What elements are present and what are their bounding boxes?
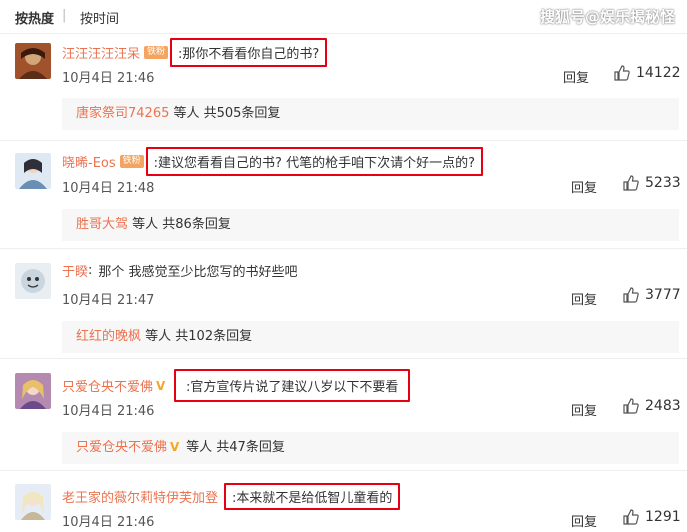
sub-reply-count: 等人 共505条回复 [169, 106, 281, 121]
sub-reply-count: 等人 共102条回复 [141, 329, 253, 344]
sub-reply-user[interactable]: 只爱仓央不爱佛 [76, 440, 167, 455]
avatar[interactable] [15, 153, 51, 189]
sort-separator: | [62, 8, 67, 23]
comment-item: 老王家的薇尔莉特伊芙加登 :本来就不是给低智儿童看的 10月4日 21:46 回… [0, 471, 687, 532]
comment-item: 汪汪汪汪汪呆 铁粉 :那你不看看你自己的书? 10月4日 21:46 回复 14… [0, 34, 687, 134]
sort-by-hot-tab[interactable]: 按热度 [15, 8, 54, 27]
like-button[interactable]: 2483 [623, 398, 681, 414]
sort-bar: 按热度 | 按时间 搜狐号@娱乐揭秘怪 [0, 0, 687, 34]
like-button[interactable]: 3777 [623, 287, 681, 303]
comment-line: 汪汪汪汪汪呆 铁粉 :那你不看看你自己的书? [62, 38, 328, 67]
like-count: 3777 [645, 287, 681, 303]
comment-text: 建议您看看自己的书? 代笔的枪手咱下次请个好一点的? [158, 156, 475, 171]
comment-line: 只爱仓央不爱佛 V :官方宣传片说了建议八岁以下不要看 [62, 369, 411, 402]
comment-text: 官方宣传片说了建议八岁以下不要看 [190, 380, 399, 395]
comment-line: 老王家的薇尔莉特伊芙加登 :本来就不是给低智儿童看的 [62, 483, 401, 510]
reply-button[interactable]: 回复 [571, 289, 597, 308]
sub-replies-summary[interactable]: 胜哥大驾 等人 共86条回复 [62, 209, 679, 241]
like-count: 5233 [645, 175, 681, 191]
sub-replies-summary[interactable]: 红红的晚枫 等人 共102条回复 [62, 321, 679, 353]
like-count: 2483 [645, 398, 681, 414]
avatar[interactable] [15, 373, 51, 409]
thumbs-up-icon [623, 509, 639, 525]
comment-time: 10月4日 21:48 [62, 181, 155, 196]
avatar[interactable] [15, 263, 51, 299]
comment-item: 于睽 : 那个 我感觉至少比您写的书好些吧 10月4日 21:47 回复 377… [0, 249, 687, 354]
username-link[interactable]: 汪汪汪汪汪呆 [62, 43, 140, 62]
comment-item: 晓晞-Eos 铁粉 :建议您看看自己的书? 代笔的枪手咱下次请个好一点的? 10… [0, 141, 687, 246]
sub-reply-user[interactable]: 红红的晚枫 [76, 329, 141, 344]
sub-reply-count: 等人 共47条回复 [182, 440, 285, 455]
sub-reply-count: 等人 共86条回复 [128, 217, 231, 232]
comment-time: 10月4日 21:47 [62, 293, 155, 308]
username-link[interactable]: 老王家的薇尔莉特伊芙加登 [62, 487, 218, 506]
thumbs-up-icon [614, 65, 630, 81]
comment-text: 本来就不是给低智儿童看的 [236, 491, 393, 506]
like-count: 14122 [636, 65, 681, 81]
sub-reply-user[interactable]: 胜哥大驾 [76, 217, 128, 232]
comment-text: 那你不看看你自己的书? [182, 47, 320, 62]
watermark: 搜狐号@娱乐揭秘怪 [539, 8, 675, 26]
fan-badge: 铁粉 [119, 155, 144, 168]
username-link[interactable]: 于睽 [62, 261, 88, 280]
thumbs-up-icon [623, 175, 639, 191]
like-button[interactable]: 1291 [623, 509, 681, 525]
username-link[interactable]: 晓晞-Eos [62, 152, 116, 171]
reply-button[interactable]: 回复 [571, 177, 597, 196]
comment-time: 10月4日 21:46 [62, 71, 155, 86]
sub-reply-user[interactable]: 唐家祭司74265 [76, 106, 169, 121]
like-count: 1291 [645, 509, 681, 525]
like-button[interactable]: 5233 [623, 175, 681, 191]
reply-button[interactable]: 回复 [563, 67, 589, 86]
reply-button[interactable]: 回复 [571, 400, 597, 419]
comment-item: 只爱仓央不爱佛 V :官方宣传片说了建议八岁以下不要看 10月4日 21:46 … [0, 359, 687, 469]
comment-line: 晓晞-Eos 铁粉 :建议您看看自己的书? 代笔的枪手咱下次请个好一点的? [62, 147, 483, 176]
comment-text-highlighted: :官方宣传片说了建议八岁以下不要看 [174, 369, 411, 402]
sub-replies-summary[interactable]: 唐家祭司74265 等人 共505条回复 [62, 98, 679, 130]
thumbs-up-icon [623, 287, 639, 303]
thumbs-up-icon [623, 398, 639, 414]
vip-v-icon: V [170, 440, 180, 454]
fan-badge: 铁粉 [144, 46, 169, 59]
avatar[interactable] [15, 43, 51, 79]
vip-v-icon: V [156, 378, 166, 393]
comment-time: 10月4日 21:46 [62, 404, 155, 419]
sort-by-time-tab[interactable]: 按时间 [80, 8, 119, 27]
comment-text-highlighted: :建议您看看自己的书? 代笔的枪手咱下次请个好一点的? [145, 147, 483, 176]
comment-text: 那个 我感觉至少比您写的书好些吧 [98, 265, 298, 280]
comment-time: 10月4日 21:46 [62, 515, 155, 530]
username-link[interactable]: 只爱仓央不爱佛 [62, 376, 153, 395]
comment-line: 于睽 : 那个 我感觉至少比您写的书好些吧 [62, 261, 298, 280]
sub-replies-summary[interactable]: 只爱仓央不爱佛 V 等人 共47条回复 [62, 432, 679, 464]
avatar[interactable] [15, 484, 51, 520]
comment-text-highlighted: :本来就不是给低智儿童看的 [224, 483, 401, 510]
like-button[interactable]: 14122 [614, 65, 681, 81]
comment-text-highlighted: :那你不看看你自己的书? [170, 38, 328, 67]
reply-button[interactable]: 回复 [571, 511, 597, 530]
